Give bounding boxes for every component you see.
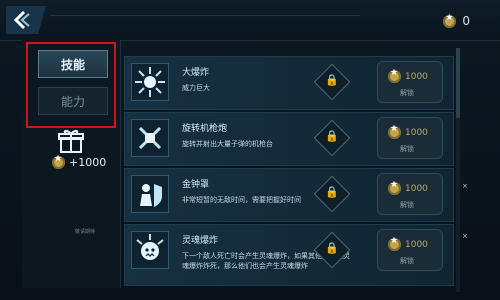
side-mark: × (462, 182, 468, 190)
skill-price: 1000 (405, 239, 428, 250)
list-item[interactable]: 金钟罩 非常短暂的无敌时间，需要把握好时间 🔒 1000 解锁 (124, 168, 454, 222)
coin-icon (388, 68, 401, 83)
tab-abilities[interactable]: 能力 (38, 87, 108, 115)
rotating-gun-icon (131, 119, 169, 157)
side-mark: × (462, 232, 468, 240)
list-item[interactable]: 灵魂爆炸 下一个敌人死亡时会产生灵魂爆炸，如果其他敌人被灵魂爆炸炸死，那么他们也… (124, 224, 454, 286)
coin-icon (388, 236, 401, 251)
tab-skills[interactable]: 技能 (38, 50, 108, 78)
unlock-label: 解锁 (400, 89, 414, 97)
currency-display: 0 (443, 13, 470, 28)
top-bar: 0 (0, 0, 500, 41)
coin-icon (388, 180, 401, 195)
back-button[interactable] (6, 6, 46, 34)
soul-burst-icon (131, 231, 169, 269)
skill-list[interactable]: 大爆炸 威力巨大 🔒 1000 解锁 旋转机枪炮 旋转并射出大量子弹的机枪台 🔒… (124, 46, 454, 296)
lock-icon: 🔒 (313, 63, 351, 101)
list-item[interactable]: 大爆炸 威力巨大 🔒 1000 解锁 (124, 56, 454, 110)
unlock-button[interactable]: 1000 解锁 (377, 229, 443, 271)
list-item[interactable]: 旋转机枪炮 旋转并射出大量子弹的机枪台 🔒 1000 解锁 (124, 112, 454, 166)
unlock-button[interactable]: 1000 解锁 (377, 173, 443, 215)
sidebar-footnote: 敬请期待 (75, 229, 96, 235)
gift-box-icon[interactable] (58, 128, 84, 154)
shield-icon (131, 175, 169, 213)
coin-icon (52, 154, 65, 169)
gift-reward: +1000 (52, 154, 107, 169)
unlock-button[interactable]: 1000 解锁 (377, 117, 443, 159)
lock-icon: 🔒 (313, 175, 351, 213)
back-arrow-icon (14, 11, 30, 29)
coin-icon (443, 13, 457, 28)
gift-reward-amount: +1000 (69, 156, 107, 169)
top-divider (50, 15, 360, 20)
skill-name: 金钟罩 (182, 180, 210, 190)
unlock-label: 解锁 (400, 201, 414, 209)
coin-icon (388, 124, 401, 139)
skill-price: 1000 (405, 127, 428, 138)
unlock-button[interactable]: 1000 解锁 (377, 61, 443, 103)
skill-name: 灵魂爆炸 (182, 236, 219, 246)
unlock-label: 解锁 (400, 257, 414, 265)
currency-amount: 0 (462, 14, 470, 28)
unlock-label: 解锁 (400, 145, 414, 153)
skill-price: 1000 (405, 71, 428, 82)
scrollbar[interactable] (456, 48, 460, 292)
scroll-thumb[interactable] (456, 48, 460, 118)
lock-icon: 🔒 (313, 119, 351, 157)
skill-name: 大爆炸 (182, 68, 210, 78)
skill-price: 1000 (405, 183, 428, 194)
skill-name: 旋转机枪炮 (182, 124, 228, 134)
explosion-icon (131, 63, 169, 101)
